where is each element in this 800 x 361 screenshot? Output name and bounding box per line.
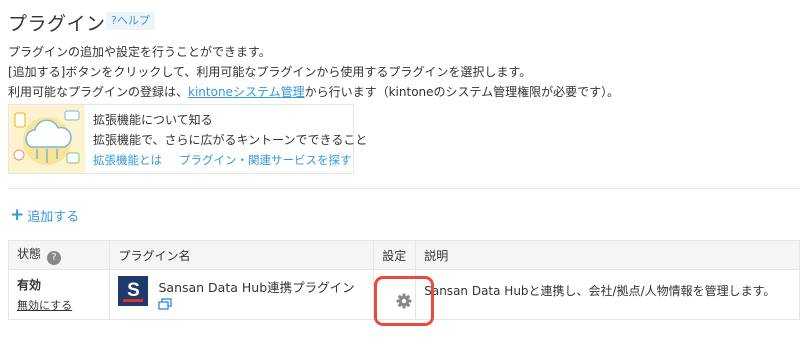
external-window-icon[interactable] [158, 298, 173, 310]
status-help-icon[interactable]: ? [47, 251, 62, 265]
plugin-table: 状態? プラグイン名 設定 説明 有効 無効にする S Sansan Data … [7, 240, 800, 326]
settings-column-header: 設定 [373, 240, 417, 270]
help-link[interactable]: ?ヘルプ [106, 12, 155, 30]
disable-plugin-link[interactable]: 無効にする [17, 297, 101, 313]
description-column-header: 説明 [415, 240, 800, 270]
description-line-3-suffix: から行います（kintoneのシステム管理権限が必要です）。 [304, 85, 620, 99]
plugin-name-cell: S Sansan Data Hub連携プラグイン [109, 269, 375, 320]
status-badge: 有効 [17, 278, 42, 292]
page-title: プラグイン [8, 13, 106, 35]
status-header-label: 状態 [17, 247, 42, 261]
add-plugin-button[interactable]: + 追加する [10, 205, 80, 226]
divider [8, 188, 800, 189]
settings-cell [373, 269, 435, 326]
logo-letter: S [127, 280, 140, 301]
find-plugins-link[interactable]: プラグイン・関連サービスを探す [179, 152, 352, 168]
gear-icon [396, 293, 412, 309]
plus-icon: + [10, 205, 25, 225]
status-cell: 有効 無効にする [7, 269, 111, 320]
plugin-settings-button[interactable] [374, 276, 435, 326]
about-extensions-link[interactable]: 拡張機能とは [93, 152, 162, 168]
status-column-header: 状態? [7, 240, 111, 270]
table-row: 有効 無効にする S Sansan Data Hub連携プラグイン Sansan… [7, 269, 800, 326]
description-line-3: 利用可能なプラグインの登録は、kintoneシステム管理から行います（kinto… [8, 83, 619, 100]
description-line-1: プラグインの追加や設定を行うことができます。 [8, 45, 271, 59]
plugin-name: Sansan Data Hub連携プラグイン [158, 280, 355, 295]
logo-bar [123, 299, 144, 302]
extensions-banner: 拡張機能について知る 拡張機能で、さらに広がるキントーンでできること 拡張機能と… [8, 104, 367, 174]
description-line-2: [追加する]ボタンをクリックして、利用可能なプラグインから使用するプラグインを選… [8, 65, 532, 79]
banner-title: 拡張機能について知る [93, 113, 213, 127]
system-admin-link[interactable]: kintoneシステム管理 [188, 85, 305, 99]
add-plugin-label: 追加する [27, 210, 80, 225]
sansan-logo-icon: S [118, 276, 149, 306]
banner-subtitle: 拡張機能で、さらに広がるキントーンでできること [93, 133, 368, 147]
plugin-description: Sansan Data Hubと連携し、会社/拠点/人物情報を管理します。 [415, 269, 800, 320]
name-column-header: プラグイン名 [109, 240, 375, 270]
cloud-illustration-icon [9, 105, 85, 173]
table-header-row: 状態? プラグイン名 設定 説明 [7, 240, 800, 270]
description-line-3-prefix: 利用可能なプラグインの登録は、 [8, 85, 189, 99]
